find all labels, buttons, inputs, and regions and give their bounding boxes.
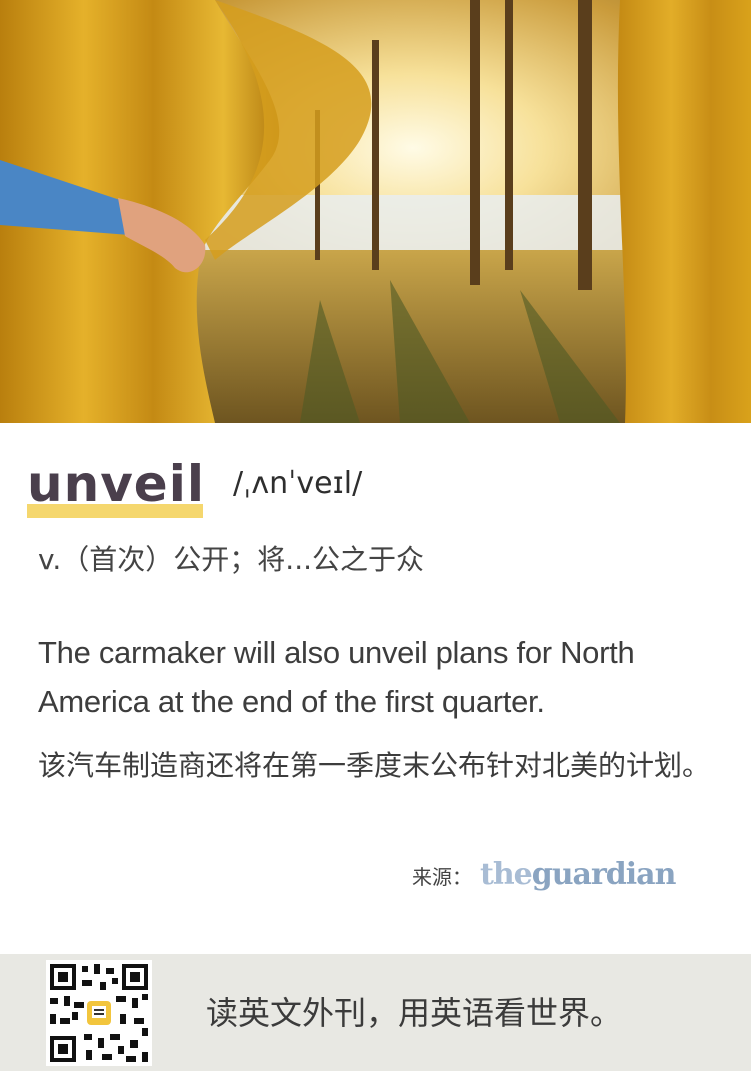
guardian-logo-guardian: guardian — [531, 857, 677, 892]
guardian-logo: theguardian — [480, 855, 677, 895]
guardian-logo-the: the — [480, 857, 533, 892]
qr-code-icon[interactable] — [46, 960, 152, 1066]
headword: unveil — [27, 455, 205, 513]
example-sentence-chinese: 该汽车制造商还将在第一季度末公布针对北美的计划。 — [38, 749, 711, 782]
curtain-forest-illustration — [0, 0, 751, 423]
hero-image — [0, 0, 751, 423]
source-attribution: 来源： theguardian — [412, 855, 677, 895]
headword-block: unveil — [27, 452, 205, 518]
footer-slogan: 读英文外刊，用英语看世界。 — [206, 994, 623, 1032]
phonetic-transcription: /ˌʌnˈveɪl/ — [233, 466, 363, 501]
definition: v.（首次）公开；将...公之于众 — [38, 543, 424, 576]
footer-banner: 读英文外刊，用英语看世界。 — [0, 954, 751, 1071]
example-sentence-english: The carmaker will also unveil plans for … — [38, 635, 635, 719]
source-label: 来源： — [412, 864, 472, 889]
